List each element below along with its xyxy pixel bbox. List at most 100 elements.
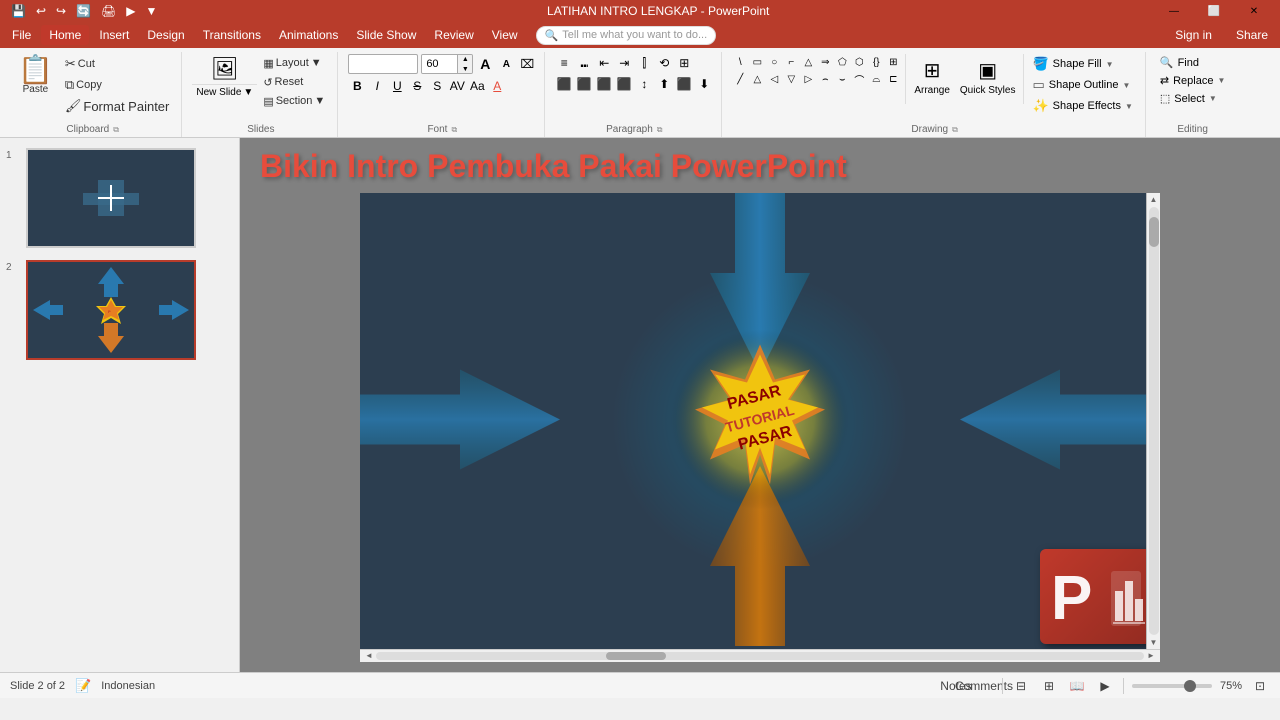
h-scroll-thumb[interactable] [606,652,666,660]
find-button[interactable]: 🔍 Find [1156,54,1230,71]
menu-view[interactable]: View [484,25,526,45]
text-direction-button[interactable]: ⟲ [655,54,673,72]
shape-outline-button[interactable]: ▭ Shape Outline ▼ [1028,75,1136,95]
font-size-input[interactable] [422,55,457,73]
shape-a8[interactable]: ⌒ [851,71,867,87]
shape-a6[interactable]: ⌢ [817,71,833,87]
menu-design[interactable]: Design [139,25,192,45]
clear-format-button[interactable]: ⌧ [518,55,536,73]
grow-font-button[interactable]: A [476,55,494,73]
line-spacing-button[interactable]: ↕ [635,75,653,93]
smartart-button[interactable]: ⊞ [675,54,693,72]
layout-button[interactable]: ▦ Layout ▼ [259,54,329,72]
tell-me-box[interactable]: 🔍 Tell me what you want to do... [536,26,717,45]
share-button[interactable]: Share [1228,25,1276,45]
menu-animations[interactable]: Animations [271,25,346,45]
shape-a7[interactable]: ⌣ [834,71,850,87]
shape-a5[interactable]: ▷ [800,71,816,87]
shape-a4[interactable]: ▽ [783,71,799,87]
present-icon[interactable]: ▶ [123,2,138,20]
menu-review[interactable]: Review [426,25,481,45]
restore-button[interactable]: ⬜ [1196,0,1232,22]
strikethrough-button[interactable]: S [408,77,426,95]
shape-a3[interactable]: ◁ [766,71,782,87]
drawing-expand-icon[interactable]: ⧉ [952,125,958,135]
menu-home[interactable]: Home [41,25,89,45]
text-align-top-button[interactable]: ⬆ [655,75,673,93]
fit-slide-button[interactable]: ⊡ [1250,677,1270,695]
scroll-up-button[interactable]: ▲ [1148,193,1160,205]
h-scroll-left-button[interactable]: ◄ [362,650,376,662]
align-left-button[interactable]: ⬛ [555,75,573,93]
shape-fill-button[interactable]: 🪣 Shape Fill ▼ [1028,54,1136,74]
char-spacing-button[interactable]: AV [448,77,466,95]
decrease-indent-button[interactable]: ⇤ [595,54,613,72]
shape-a10[interactable]: ⊏ [885,71,901,87]
undo-icon[interactable]: ↩ [33,2,49,20]
zoom-slider[interactable] [1132,684,1212,688]
print-icon[interactable]: 🖨 [98,2,119,20]
justify-button[interactable]: ⬛ [615,75,633,93]
notes-icon[interactable]: 📝 [75,678,91,694]
italic-button[interactable]: I [368,77,386,95]
copy-button[interactable]: ⧉ Copy [61,75,174,95]
font-expand-icon[interactable]: ⧉ [451,125,457,135]
text-align-bot-button[interactable]: ⬇ [695,75,713,93]
textshadow-button[interactable]: S [428,77,446,95]
font-size-increase[interactable]: ▲ [458,54,472,64]
text-align-mid-button[interactable]: ⬛ [675,75,693,93]
arrange-button[interactable]: ⊞ Arrange [910,54,954,100]
shrink-font-button[interactable]: A [497,55,515,73]
paragraph-expand-icon[interactable]: ⧉ [657,125,663,135]
shape-5[interactable]: ⬠ [834,54,850,70]
slideshow-button[interactable]: ▶ [1095,677,1115,695]
shape-a2[interactable]: △ [749,71,765,87]
slide-thumbnail-2[interactable]: 2 P [4,258,235,362]
reading-view-button[interactable]: 📖 [1067,677,1087,695]
shape-a1[interactable]: ╱ [732,71,748,87]
zoom-thumb[interactable] [1184,680,1196,692]
clipboard-expand-icon[interactable]: ⧉ [113,125,119,135]
slide-thumbnail-1[interactable]: 1 [4,146,235,250]
menu-file[interactable]: File [4,25,39,45]
slide-canvas[interactable]: PASAR TUTORIAL PASAR P [360,193,1160,649]
shape-arrow[interactable]: ⇒ [817,54,833,70]
select-button[interactable]: ⬚ Select ▼ [1156,90,1230,107]
comments-button[interactable]: Comments [974,677,994,695]
signin-button[interactable]: Sign in [1167,25,1220,45]
numbering-button[interactable]: ⑉ [575,54,593,72]
menu-transitions[interactable]: Transitions [195,25,269,45]
normal-view-button[interactable]: ⊟ [1011,677,1031,695]
columns-button[interactable]: ⫿ [635,54,653,72]
case-button[interactable]: Aa [468,77,486,95]
paste-button[interactable]: 📋 Paste [12,54,59,97]
shape-tri[interactable]: △ [800,54,816,70]
underline-button[interactable]: U [388,77,406,95]
redo-icon[interactable]: ↪ [53,2,69,20]
new-slide-button[interactable]: 🖼 New Slide ▼ [192,54,257,100]
shape-circle[interactable]: ○ [766,54,782,70]
bold-button[interactable]: B [348,77,366,95]
bullets-button[interactable]: ≡ [555,54,573,72]
replace-button[interactable]: ⇄ Replace ▼ [1156,72,1230,89]
customize-arrow-icon[interactable]: ▼ [143,2,161,20]
shape-line[interactable]: \ [732,54,748,70]
minimize-button[interactable]: — [1156,0,1192,22]
shape-corner[interactable]: ⌐ [783,54,799,70]
increase-indent-button[interactable]: ⇥ [615,54,633,72]
quick-styles-button[interactable]: ▣ Quick Styles [956,54,1020,100]
menu-slideshow[interactable]: Slide Show [348,25,424,45]
reset-button[interactable]: ↺ Reset [259,73,329,91]
shape-a9[interactable]: ⌓ [868,71,884,87]
scroll-thumb[interactable] [1149,217,1159,247]
save-icon[interactable]: 💾 [8,2,29,20]
font-color-button[interactable]: A [488,77,506,95]
scroll-down-button[interactable]: ▼ [1148,637,1160,649]
format-painter-button[interactable]: 🖌 Format Painter [61,96,174,116]
shape-rect[interactable]: ▭ [749,54,765,70]
section-button[interactable]: ▤ Section ▼ [259,92,329,110]
font-size-decrease[interactable]: ▼ [458,64,472,74]
shape-7[interactable]: {} [868,54,884,70]
autosave-icon[interactable]: 🔄 [73,2,94,20]
h-scroll-right-button[interactable]: ► [1144,650,1158,662]
